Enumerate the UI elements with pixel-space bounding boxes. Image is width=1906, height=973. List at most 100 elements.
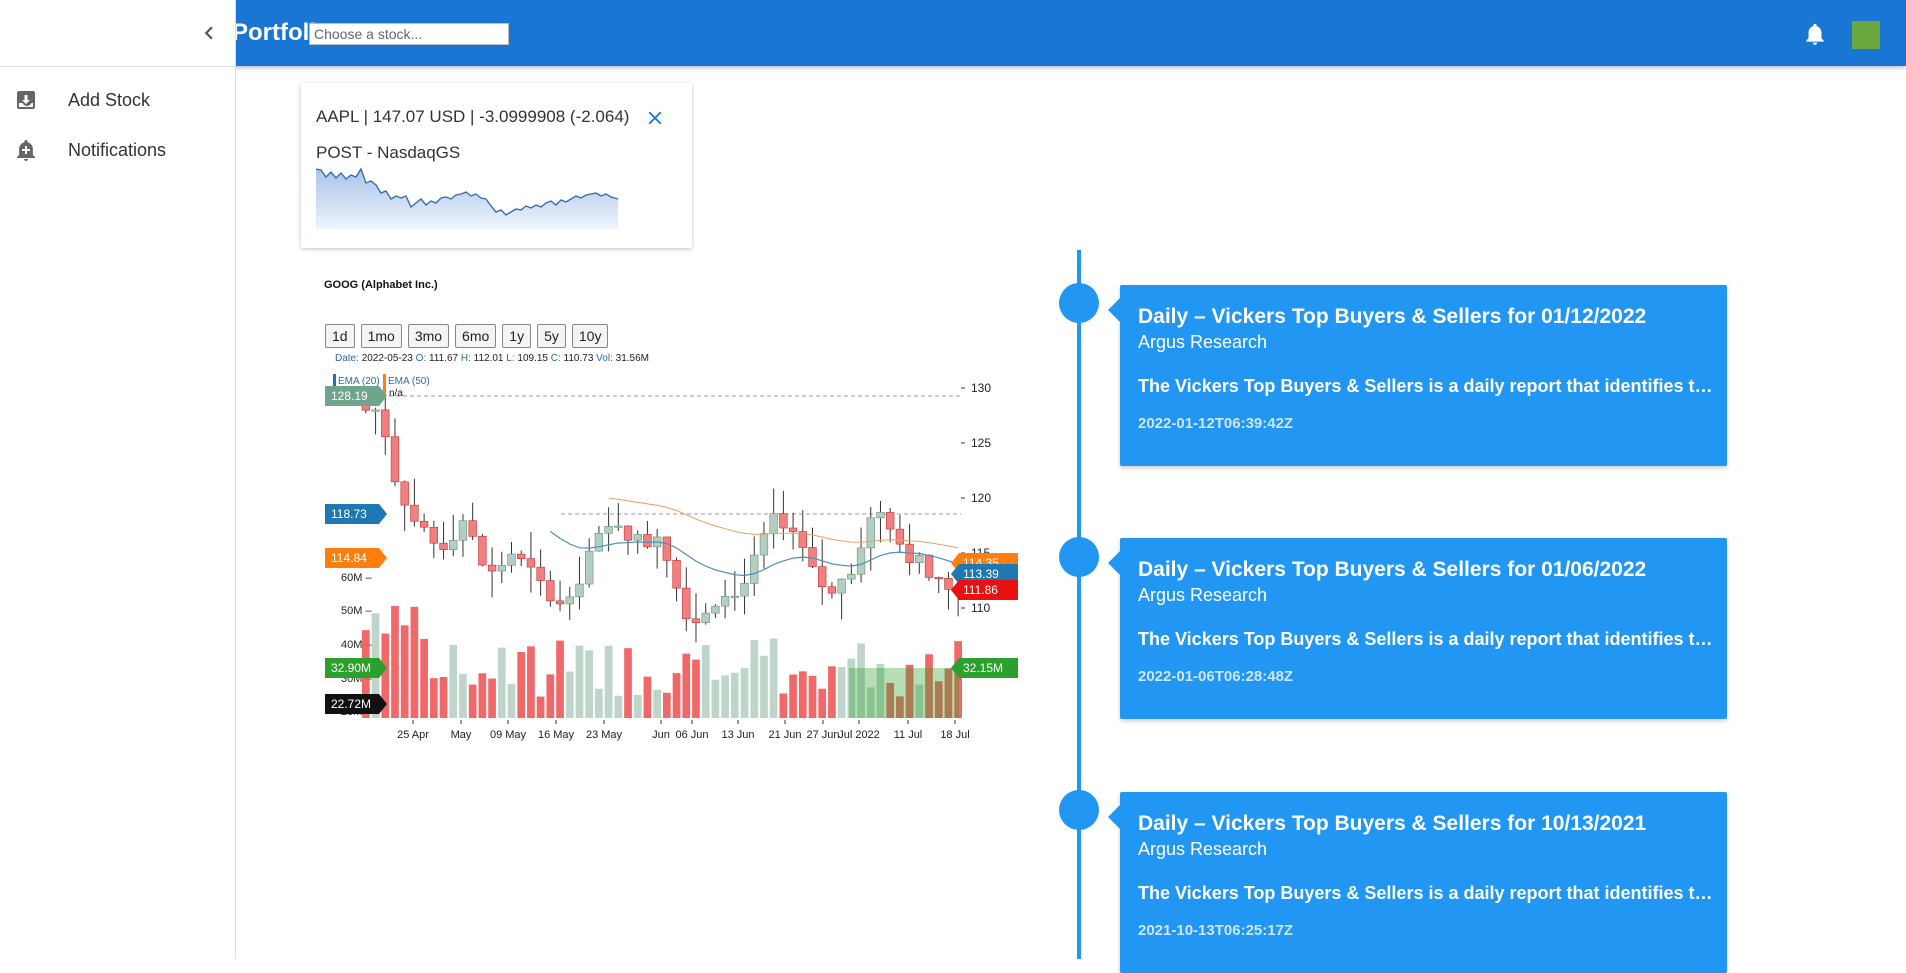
candle-body <box>847 573 856 580</box>
volume-bar <box>595 688 603 718</box>
x-tick-label: Jun <box>652 729 670 741</box>
volume-bar <box>497 647 506 718</box>
price-badge-label: 118.73 <box>331 507 367 521</box>
candle-body <box>487 564 497 572</box>
drawer-item-add-stock[interactable]: Add Stock <box>0 78 236 122</box>
notifications-bell-icon[interactable] <box>1802 21 1828 47</box>
volume-bar <box>429 678 438 718</box>
candlestick-chart[interactable]: GOOG (Alphabet Inc.) 1d 1mo 3mo 6mo 1y 5… <box>301 268 1041 748</box>
price-tick-label: 130 <box>971 381 991 395</box>
drawer-item-label: Notifications <box>68 140 167 160</box>
candle-body <box>944 577 953 590</box>
price-tick-label: 120 <box>971 491 991 505</box>
volume-bar <box>488 678 496 718</box>
drawer-item-notifications[interactable]: Notifications <box>0 128 236 172</box>
volume-bar <box>507 683 516 718</box>
ema-20-swatch <box>333 374 336 388</box>
ema-value: n/a <box>389 388 403 399</box>
sparkline <box>316 167 618 229</box>
news-timestamp: 2022-01-12T06:39:42Z <box>1138 415 1294 432</box>
candle-body <box>779 513 788 529</box>
volume-bar <box>711 679 720 718</box>
candle-body <box>924 554 934 578</box>
add-box-icon <box>17 91 35 109</box>
price-badge-label: 114.84 <box>331 551 367 565</box>
candle-body <box>672 560 681 589</box>
volume-bar <box>769 638 778 718</box>
candle-body <box>886 512 895 530</box>
volume-bar <box>653 689 661 718</box>
candle-body <box>371 409 380 412</box>
price-badge-label: 22.72M <box>331 697 371 711</box>
candle-body <box>701 612 710 623</box>
ema-20-label: EMA (20) <box>338 376 380 387</box>
volume-bar <box>604 645 613 718</box>
candle-body <box>750 554 759 584</box>
volume-bar <box>663 692 671 718</box>
volume-bar <box>750 639 759 718</box>
volume-bar <box>760 655 768 718</box>
candle-body <box>837 578 846 594</box>
volume-bar <box>546 674 555 718</box>
volume-bar <box>828 666 836 718</box>
volume-bar <box>585 650 594 718</box>
x-tick-label: 13 Jun <box>721 729 754 741</box>
volume-bar <box>556 640 564 718</box>
candle-body <box>439 542 448 550</box>
price-badge-label: 113.39 <box>963 567 999 581</box>
news-source: Argus Research <box>1138 332 1268 352</box>
candle-body <box>507 553 516 566</box>
volume-bar <box>643 676 652 718</box>
candle-body <box>856 547 866 575</box>
volume-bar <box>818 688 827 718</box>
candle-body <box>419 520 429 528</box>
volume-bar <box>449 644 458 718</box>
candle-body <box>643 534 652 548</box>
timeline-dot <box>1059 283 1099 323</box>
volume-bar <box>672 673 681 718</box>
news-description: The Vickers Top Buyers & Sellers is a da… <box>1138 376 1713 396</box>
candle-body <box>410 504 419 522</box>
candle-body <box>934 577 943 580</box>
candle-body <box>633 534 642 541</box>
x-tick-label: Jul 2022 <box>838 729 880 741</box>
candle-body <box>623 525 633 541</box>
chevron-left-icon[interactable] <box>196 20 222 46</box>
add-alert-icon <box>17 140 35 161</box>
news-timestamp: 2022-01-06T06:28:48Z <box>1138 668 1294 685</box>
candle-body <box>759 533 769 556</box>
news-source: Argus Research <box>1138 839 1268 859</box>
x-tick-label: 21 Jun <box>768 729 801 741</box>
candle-body <box>381 409 390 438</box>
volume-bar <box>633 694 642 718</box>
stock-search-input[interactable] <box>309 23 509 45</box>
ema-50-label: EMA (50) <box>388 376 430 387</box>
news-card[interactable]: Daily – Vickers Top Buyers & Sellers for… <box>1108 538 1727 719</box>
x-tick-label: 11 Jul <box>894 729 923 741</box>
close-icon[interactable] <box>644 107 666 129</box>
candle-body <box>458 520 468 541</box>
news-timestamp: 2021-10-13T06:25:17Z <box>1138 922 1294 939</box>
candle-body <box>691 618 701 623</box>
x-tick-label: 27 Jun <box>806 729 839 741</box>
candle-body <box>876 512 885 519</box>
volume-bar <box>536 696 545 718</box>
candle-body <box>614 525 623 528</box>
volume-bar <box>459 673 467 718</box>
volume-bar <box>730 672 739 718</box>
x-tick-label: May <box>451 729 472 741</box>
app-bar: Portfolio <box>0 0 1906 66</box>
price-badge-label: 32.15M <box>963 661 1003 675</box>
candle-body <box>594 532 604 552</box>
x-tick-label: 25 Apr <box>397 729 429 741</box>
news-card[interactable]: Daily – Vickers Top Buyers & Sellers for… <box>1108 792 1727 973</box>
volume-bar <box>468 684 477 718</box>
candle-body <box>769 513 778 534</box>
avatar[interactable] <box>1852 21 1880 49</box>
stock-card[interactable]: AAPL | 147.07 USD | -3.0999908 (-2.064) … <box>301 83 692 248</box>
chart-plot: 13012512011511060M –50M –40M –30M –20M –… <box>325 374 1018 741</box>
candle-body <box>478 536 487 566</box>
news-card[interactable]: Daily – Vickers Top Buyers & Sellers for… <box>1108 285 1727 466</box>
stock-summary: AAPL | 147.07 USD | -3.0999908 (-2.064) <box>316 107 630 126</box>
volume-bar <box>682 653 691 718</box>
